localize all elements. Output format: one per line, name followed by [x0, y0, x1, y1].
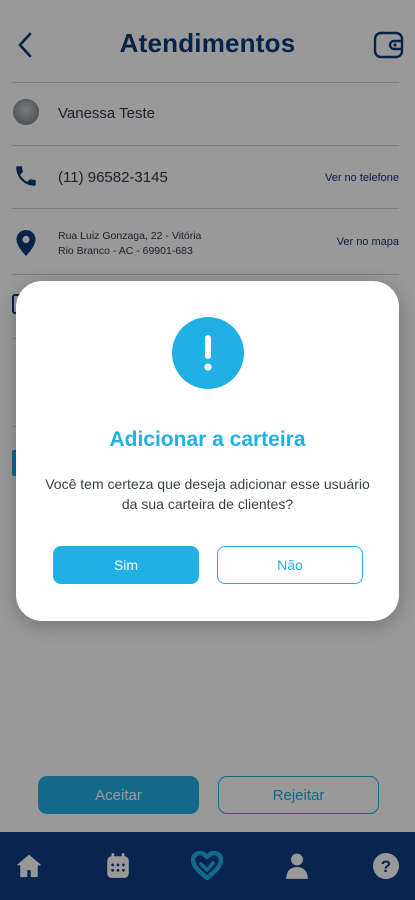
add-to-wallet-dialog: Adicionar a carteira Você tem certeza qu… — [16, 281, 399, 621]
confirm-yes-button[interactable]: Sim — [53, 546, 199, 584]
attendance-screen: Atendimentos Vanessa Teste (11) 96582-31… — [0, 0, 415, 900]
confirm-no-button[interactable]: Não — [217, 546, 363, 584]
dialog-title: Adicionar a carteira — [109, 428, 306, 451]
alert-icon — [172, 317, 244, 389]
dialog-message: Você tem certeza que deseja adicionar es… — [45, 476, 370, 512]
